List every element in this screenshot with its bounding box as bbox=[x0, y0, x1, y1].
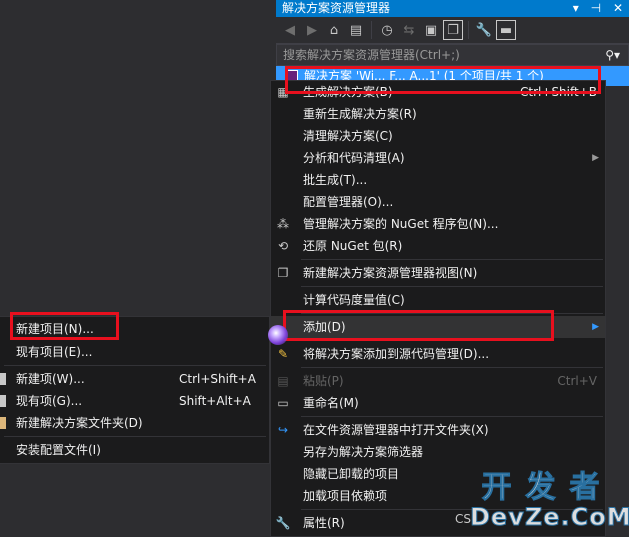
menu-separator bbox=[301, 416, 603, 417]
menu-item-rebuild-solution[interactable]: 重新生成解决方案(R) bbox=[271, 103, 605, 125]
menu-item-configuration-manager[interactable]: 配置管理器(O)... bbox=[271, 191, 605, 213]
menu-item-analyze-cleanup[interactable]: 分析和代码清理(A) ▶ bbox=[271, 147, 605, 169]
pin-icon[interactable]: ⊣ bbox=[591, 1, 601, 15]
menu-item-new-explorer-view[interactable]: ❐ 新建解决方案资源管理器视图(N) bbox=[271, 262, 605, 284]
open-folder-icon: ↪ bbox=[277, 423, 289, 437]
folder-icon bbox=[0, 417, 6, 429]
submenu-arrow-icon: ▶ bbox=[592, 153, 599, 163]
chevron-down-icon[interactable]: ▾ bbox=[573, 1, 579, 15]
submenu-item-existing-item[interactable]: 现有项(G)... Shift+Alt+A bbox=[0, 390, 268, 412]
new-item-icon bbox=[0, 373, 6, 385]
back-icon[interactable]: ◀ bbox=[280, 20, 300, 40]
menu-separator bbox=[301, 367, 603, 368]
close-icon[interactable]: ✕ bbox=[613, 1, 623, 15]
forward-icon[interactable]: ▶ bbox=[302, 20, 322, 40]
highlight-add-item bbox=[283, 310, 554, 341]
menu-item-save-as-filter[interactable]: 另存为解决方案筛选器 bbox=[271, 441, 605, 463]
search-icon[interactable]: ⚲▾ bbox=[605, 45, 620, 65]
menu-item-add-to-source-control[interactable]: ✎ 将解决方案添加到源代码管理(D)... bbox=[271, 343, 605, 365]
highlight-new-project bbox=[10, 312, 119, 340]
solution-explorer-title: 解决方案资源管理器 bbox=[282, 1, 391, 15]
history-icon[interactable]: ◷ bbox=[377, 20, 397, 40]
watermark-bottom-text: DevZe.CoM bbox=[470, 503, 629, 531]
paste-icon: ▤ bbox=[277, 374, 289, 388]
home-icon[interactable]: ⌂ bbox=[324, 20, 344, 40]
menu-separator bbox=[4, 436, 266, 437]
menu-separator bbox=[301, 259, 603, 260]
menu-item-restore-nuget[interactable]: ⟲ 还原 NuGet 包(R) bbox=[271, 235, 605, 257]
menu-item-open-in-explorer[interactable]: ↪ 在文件资源管理器中打开文件夹(X) bbox=[271, 419, 605, 441]
preview-icon[interactable]: ▬ bbox=[496, 20, 516, 40]
submenu-item-new-item[interactable]: 新建项(W)... Ctrl+Shift+A bbox=[0, 368, 268, 390]
sync-icon[interactable]: ⇆ bbox=[399, 20, 419, 40]
search-input[interactable]: 搜索解决方案资源管理器(Ctrl+;) ⚲▾ bbox=[276, 44, 629, 66]
menu-item-paste[interactable]: ▤ 粘贴(P) Ctrl+V bbox=[271, 370, 605, 392]
solution-explorer-title-bar: 解决方案资源管理器 ▾ ⊣ ✕ bbox=[276, 0, 629, 17]
source-control-icon: ✎ bbox=[277, 347, 289, 361]
solution-switch-icon[interactable]: ▤ bbox=[346, 20, 366, 40]
menu-item-code-metrics[interactable]: 计算代码度量值(C) bbox=[271, 289, 605, 311]
collapse-all-icon[interactable]: ▣ bbox=[421, 20, 441, 40]
submenu-item-install-config[interactable]: 安装配置文件(I) bbox=[0, 439, 268, 461]
restore-icon: ⟲ bbox=[277, 239, 289, 253]
menu-item-manage-nuget[interactable]: ⁂ 管理解决方案的 NuGet 程序包(N)... bbox=[271, 213, 605, 235]
show-all-files-icon[interactable]: ❐ bbox=[443, 20, 463, 40]
nuget-icon: ⁂ bbox=[277, 217, 289, 231]
properties-icon[interactable]: 🔧 bbox=[474, 20, 494, 40]
existing-item-icon bbox=[0, 395, 6, 407]
menu-item-batch-build[interactable]: 批生成(T)... bbox=[271, 169, 605, 191]
highlight-solution-node bbox=[285, 66, 601, 94]
solution-explorer-toolbar: ◀ ▶ ⌂ ▤ ◷ ⇆ ▣ ❐ 🔧 ▬ bbox=[276, 17, 629, 44]
search-placeholder: 搜索解决方案资源管理器(Ctrl+;) bbox=[283, 48, 460, 62]
watermark-top-text: 开发者 bbox=[481, 470, 614, 505]
rename-icon: ▭ bbox=[277, 396, 289, 410]
watermark-logo: 开发者 DevZe.CoM bbox=[470, 470, 629, 531]
background-label: CS bbox=[455, 512, 471, 526]
menu-item-clean-solution[interactable]: 清理解决方案(C) bbox=[271, 125, 605, 147]
mouse-cursor-indicator bbox=[268, 325, 288, 345]
new-view-icon: ❐ bbox=[277, 266, 289, 280]
submenu-item-existing-project[interactable]: 现有项目(E)... bbox=[0, 341, 268, 363]
solution-context-menu: ▦ 生成解决方案(B) Ctrl+Shift+B 重新生成解决方案(R) 清理解… bbox=[270, 80, 606, 537]
submenu-item-new-solution-folder[interactable]: 新建解决方案文件夹(D) bbox=[0, 412, 268, 434]
menu-separator bbox=[301, 286, 603, 287]
wrench-icon: 🔧 bbox=[275, 516, 291, 530]
submenu-arrow-icon: ▶ bbox=[592, 322, 599, 332]
menu-separator bbox=[4, 365, 266, 366]
menu-item-rename[interactable]: ▭ 重命名(M) bbox=[271, 392, 605, 414]
